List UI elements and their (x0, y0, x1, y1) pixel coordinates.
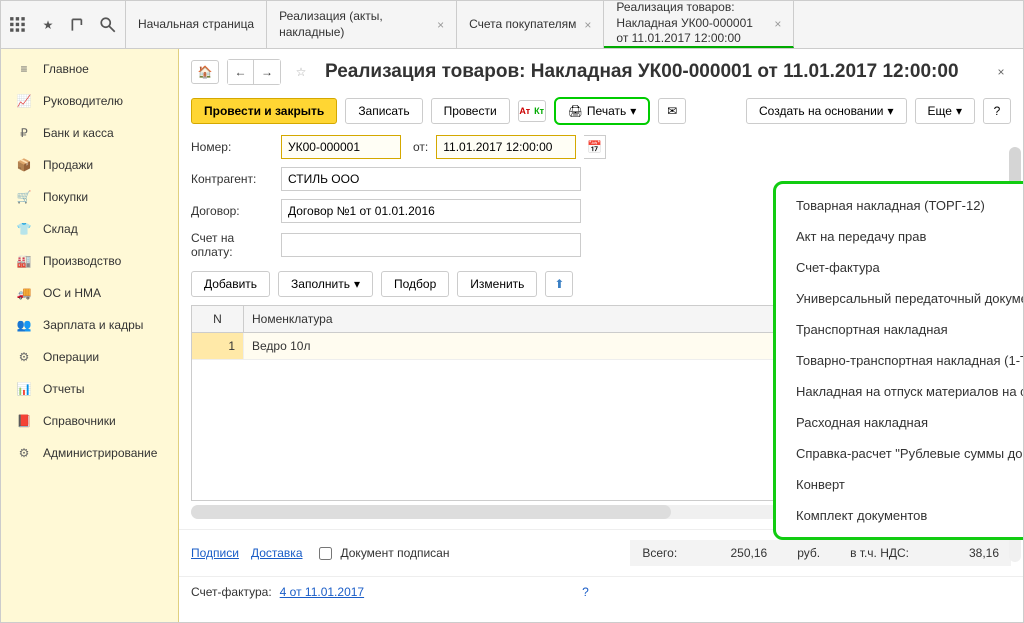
page-title: Реализация товаров: Накладная УК00-00000… (325, 61, 959, 83)
counterparty-label: Контрагент: (191, 172, 273, 186)
col-nomenclature[interactable]: Номенклатура (244, 306, 840, 332)
counterparty-input[interactable] (281, 167, 581, 191)
print-transport[interactable]: Транспортная накладная (776, 314, 1023, 345)
truck-icon: 🚚 (15, 286, 33, 300)
help-link[interactable]: ? (582, 585, 589, 599)
sidebar: ≡Главное 📈Руководителю ₽Банк и касса 📦Пр… (1, 49, 179, 622)
print-currency-ref[interactable]: Справка-расчет "Рублевые суммы документа… (776, 438, 1023, 469)
create-based-button[interactable]: Создать на основании ▾ (746, 98, 907, 124)
chart-icon: 📈 (15, 94, 33, 108)
signatures-link[interactable]: Подписи (191, 546, 239, 560)
print-button[interactable]: 🖨 Печать ▾ (554, 97, 651, 125)
print-bundle[interactable]: Комплект документов (776, 500, 1023, 531)
print-outgoing[interactable]: Расходная накладная (776, 407, 1023, 438)
content: 🏠 ← → ☆ Реализация товаров: Накладная УК… (179, 49, 1023, 622)
ops-icon: ⚙ (15, 350, 33, 364)
tab-home[interactable]: Начальная страница (126, 1, 267, 48)
sidebar-item-main[interactable]: ≡Главное (1, 53, 178, 85)
print-ttn[interactable]: Товарно-транспортная накладная (1-Т) (776, 345, 1023, 376)
menu-icon: ≡ (15, 62, 33, 76)
mail-button[interactable]: ✉ (658, 98, 686, 124)
sidebar-item-manager[interactable]: 📈Руководителю (1, 85, 178, 117)
print-envelope[interactable]: Конверт (776, 469, 1023, 500)
back-button[interactable]: ← (228, 60, 254, 84)
tab-sales[interactable]: Реализация (акты, накладные)× (267, 1, 457, 48)
sidebar-item-production[interactable]: 🏭Производство (1, 245, 178, 277)
save-button[interactable]: Записать (345, 98, 422, 124)
sidebar-item-assets[interactable]: 🚚ОС и НМА (1, 277, 178, 309)
book-icon: 📕 (15, 414, 33, 428)
totals-bar: Всего: 250,16 руб. в т.ч. НДС: 38,16 (630, 540, 1011, 566)
search-icon[interactable] (99, 16, 117, 34)
help-button[interactable]: ? (983, 98, 1011, 124)
favorite-button[interactable]: ☆ (289, 60, 313, 84)
invoice-factura-link[interactable]: 4 от 11.01.2017 (280, 585, 364, 599)
sidebar-item-bank[interactable]: ₽Банк и касса (1, 117, 178, 149)
invoice-input[interactable] (281, 233, 581, 257)
close-icon[interactable]: × (774, 17, 781, 31)
print-rights-act[interactable]: Акт на передачу прав (776, 221, 1023, 252)
sidebar-item-sales[interactable]: 📦Продажи (1, 149, 178, 181)
factory-icon: 🏭 (15, 254, 33, 268)
col-n[interactable]: N (192, 306, 244, 332)
print-torg12[interactable]: Товарная накладная (ТОРГ-12) (776, 190, 1023, 221)
gear-icon: ⚙ (15, 446, 33, 460)
shirt-icon: 👕 (15, 222, 33, 236)
post-button[interactable]: Провести (431, 98, 510, 124)
signed-checkbox[interactable]: Документ подписан (315, 544, 450, 563)
sidebar-item-hr[interactable]: 👥Зарплата и кадры (1, 309, 178, 341)
number-input[interactable] (281, 135, 401, 159)
fill-button[interactable]: Заполнить ▾ (278, 271, 373, 297)
sidebar-item-admin[interactable]: ⚙Администрирование (1, 437, 178, 469)
edit-button[interactable]: Изменить (457, 271, 537, 297)
top-bar: ★ Начальная страница Реализация (акты, н… (1, 1, 1023, 49)
select-button[interactable]: Подбор (381, 271, 449, 297)
delivery-link[interactable]: Доставка (251, 546, 303, 560)
calendar-button[interactable]: 📅 (584, 135, 606, 159)
print-upd[interactable]: Универсальный передаточный документ (УПД… (776, 283, 1023, 314)
contract-label: Договор: (191, 204, 273, 218)
close-button[interactable]: × (991, 62, 1011, 82)
print-m15[interactable]: Накладная на отпуск материалов на сторон… (776, 376, 1023, 407)
forward-button[interactable]: → (254, 60, 280, 84)
star-icon[interactable]: ★ (39, 16, 57, 34)
sidebar-item-operations[interactable]: ⚙Операции (1, 341, 178, 373)
date-input[interactable] (436, 135, 576, 159)
cart-icon: 🛒 (15, 190, 33, 204)
sidebar-item-purchases[interactable]: 🛒Покупки (1, 181, 178, 213)
apps-icon[interactable] (9, 16, 27, 34)
home-button[interactable]: 🏠 (191, 60, 219, 84)
more-button[interactable]: Еще ▾ (915, 98, 975, 124)
sidebar-item-reports[interactable]: 📊Отчеты (1, 373, 178, 405)
close-icon[interactable]: × (584, 18, 591, 32)
post-close-button[interactable]: Провести и закрыть (191, 98, 337, 124)
ruble-icon: ₽ (15, 126, 33, 140)
tab-current[interactable]: Реализация товаров: Накладная УК00-00000… (604, 1, 794, 48)
add-button[interactable]: Добавить (191, 271, 270, 297)
print-menu: Товарная накладная (ТОРГ-12) Акт на пере… (773, 181, 1023, 540)
close-icon[interactable]: × (437, 18, 444, 32)
sidebar-item-warehouse[interactable]: 👕Склад (1, 213, 178, 245)
sidebar-item-refs[interactable]: 📕Справочники (1, 405, 178, 437)
contract-input[interactable] (281, 199, 581, 223)
invoice-factura-label: Счет-фактура: (191, 585, 272, 599)
move-up-button[interactable]: ⬆ (545, 271, 573, 297)
number-label: Номер: (191, 140, 273, 154)
tab-invoices[interactable]: Счета покупателям× (457, 1, 604, 48)
box-icon: 📦 (15, 158, 33, 172)
people-icon: 👥 (15, 318, 33, 332)
print-invoice-factura[interactable]: Счет-фактура (776, 252, 1023, 283)
history-icon[interactable] (69, 16, 87, 34)
from-label: от: (413, 140, 428, 154)
bars-icon: 📊 (15, 382, 33, 396)
dkt-button[interactable]: АтКт (518, 100, 546, 122)
invoice-label: Счет на оплату: (191, 231, 273, 259)
